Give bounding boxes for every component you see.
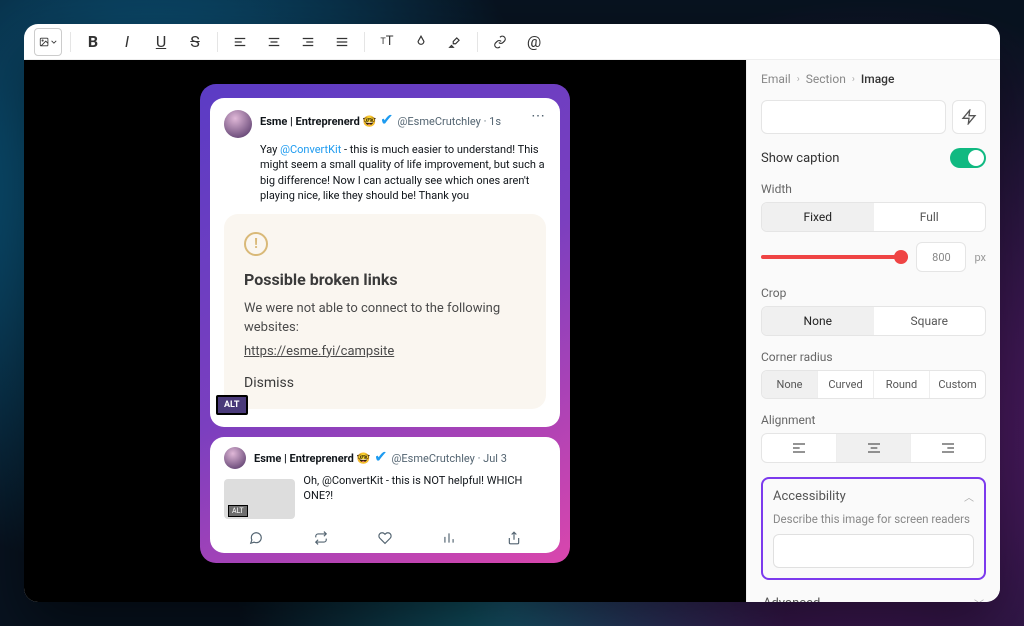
tweet-body: Yay @ConvertKit - this is much easier to… <box>260 142 546 204</box>
breadcrumb-email[interactable]: Email <box>761 72 791 86</box>
width-segment: Fixed Full <box>761 202 986 232</box>
share-icon <box>507 531 521 545</box>
tweet-author: Esme | Entreprenerd 🤓 <box>254 452 370 465</box>
alert-text: We were not able to connect to the follo… <box>244 299 526 338</box>
radius-label: Corner radius <box>761 350 986 364</box>
properties-sidebar: Email › Section › Image Show caption Wid… <box>746 60 1000 602</box>
tweet-actions <box>224 525 546 545</box>
crop-label: Crop <box>761 286 986 300</box>
crop-segment: None Square <box>761 306 986 336</box>
mention-button[interactable]: @ <box>520 28 548 56</box>
width-unit: px <box>974 251 986 264</box>
align-right-option[interactable] <box>910 434 985 462</box>
accessibility-label: Accessibility <box>773 489 846 504</box>
more-icon: ⋯ <box>531 108 546 124</box>
avatar <box>224 110 252 138</box>
breadcrumb-section[interactable]: Section <box>806 72 846 86</box>
tweet-handle: @EsmeCrutchley · Jul 3 <box>392 452 507 465</box>
width-fixed-button[interactable]: Fixed <box>762 203 874 231</box>
font-size-button[interactable]: TT <box>373 28 401 56</box>
accessibility-panel: Accessibility ︿ Describe this image for … <box>761 477 986 580</box>
editor-canvas[interactable]: ⋯ Esme | Entreprenerd 🤓 ✔ @EsmeCrutchley… <box>24 60 746 602</box>
width-label: Width <box>761 182 986 196</box>
strikethrough-button[interactable]: S <box>181 28 209 56</box>
justify-button[interactable] <box>328 28 356 56</box>
advanced-panel[interactable]: Advanced ﹀ <box>761 590 986 602</box>
warning-icon: ! <box>244 232 268 256</box>
chevron-down-icon: ﹀ <box>974 596 984 602</box>
alert-dismiss: Dismiss <box>244 375 526 391</box>
chevron-right-icon: › <box>852 74 855 85</box>
avatar <box>224 447 246 469</box>
embedded-image[interactable]: ⋯ Esme | Entreprenerd 🤓 ✔ @EsmeCrutchley… <box>200 84 570 563</box>
lightning-icon <box>961 109 977 125</box>
radius-custom-button[interactable]: Custom <box>929 371 985 398</box>
radius-round-button[interactable]: Round <box>873 371 929 398</box>
alert-link: https://esme.fyi/campsite <box>244 344 394 359</box>
tweet-card-1: ⋯ Esme | Entreprenerd 🤓 ✔ @EsmeCrutchley… <box>210 98 560 427</box>
align-left-option[interactable] <box>762 434 836 462</box>
like-icon <box>378 531 392 545</box>
caption-toggle[interactable] <box>950 148 986 168</box>
alert-panel: ! Possible broken links We were not able… <box>224 214 546 410</box>
alt-text-input[interactable] <box>773 534 974 568</box>
alt-badge: ALT <box>228 505 248 517</box>
radius-none-button[interactable]: None <box>762 371 817 398</box>
retweet-icon <box>314 531 328 545</box>
align-right-button[interactable] <box>294 28 322 56</box>
verified-icon: ✔ <box>374 447 387 466</box>
radius-segment: None Curved Round Custom <box>761 370 986 399</box>
radius-curved-button[interactable]: Curved <box>817 371 873 398</box>
align-label: Alignment <box>761 413 986 427</box>
width-full-button[interactable]: Full <box>874 203 986 231</box>
ai-generate-button[interactable] <box>952 100 986 134</box>
align-center-button[interactable] <box>260 28 288 56</box>
accessibility-description: Describe this image for screen readers <box>773 512 974 526</box>
advanced-label: Advanced <box>763 596 820 602</box>
breadcrumb: Email › Section › Image <box>761 72 986 86</box>
italic-button[interactable]: I <box>113 28 141 56</box>
link-button[interactable] <box>486 28 514 56</box>
tweet-author: Esme | Entreprenerd 🤓 <box>260 115 376 128</box>
quoted-image: ALT <box>224 479 295 519</box>
alt-badge: ALT <box>216 395 248 415</box>
crop-square-button[interactable]: Square <box>874 307 986 335</box>
tweet-card-2: Esme | Entreprenerd 🤓 ✔ @EsmeCrutchley ·… <box>210 437 560 553</box>
alert-title: Possible broken links <box>244 270 526 289</box>
reply-icon <box>249 531 263 545</box>
align-segment <box>761 433 986 463</box>
tweet-handle: @EsmeCrutchley · 1s <box>398 115 502 128</box>
views-icon <box>442 531 456 545</box>
highlight-button[interactable] <box>441 28 469 56</box>
align-center-option[interactable] <box>836 434 911 462</box>
app-window: B I U S TT @ ⋯ Esme | Entreprenerd � <box>24 24 1000 602</box>
width-value-input[interactable]: 800 <box>916 242 966 272</box>
tweet-body: Oh, @ConvertKit - this is NOT helpful! W… <box>303 473 546 504</box>
bold-button[interactable]: B <box>79 28 107 56</box>
verified-icon: ✔ <box>380 110 393 129</box>
width-slider[interactable] <box>761 255 908 259</box>
format-toolbar: B I U S TT @ <box>24 24 1000 60</box>
breadcrumb-image: Image <box>861 72 895 86</box>
caption-label: Show caption <box>761 151 839 166</box>
image-source-input[interactable] <box>761 100 946 134</box>
chevron-up-icon[interactable]: ︿ <box>964 489 974 504</box>
chevron-right-icon: › <box>797 74 800 85</box>
insert-image-button[interactable] <box>34 28 62 56</box>
color-button[interactable] <box>407 28 435 56</box>
chevron-down-icon <box>51 38 57 46</box>
underline-button[interactable]: U <box>147 28 175 56</box>
align-left-button[interactable] <box>226 28 254 56</box>
crop-none-button[interactable]: None <box>762 307 874 335</box>
